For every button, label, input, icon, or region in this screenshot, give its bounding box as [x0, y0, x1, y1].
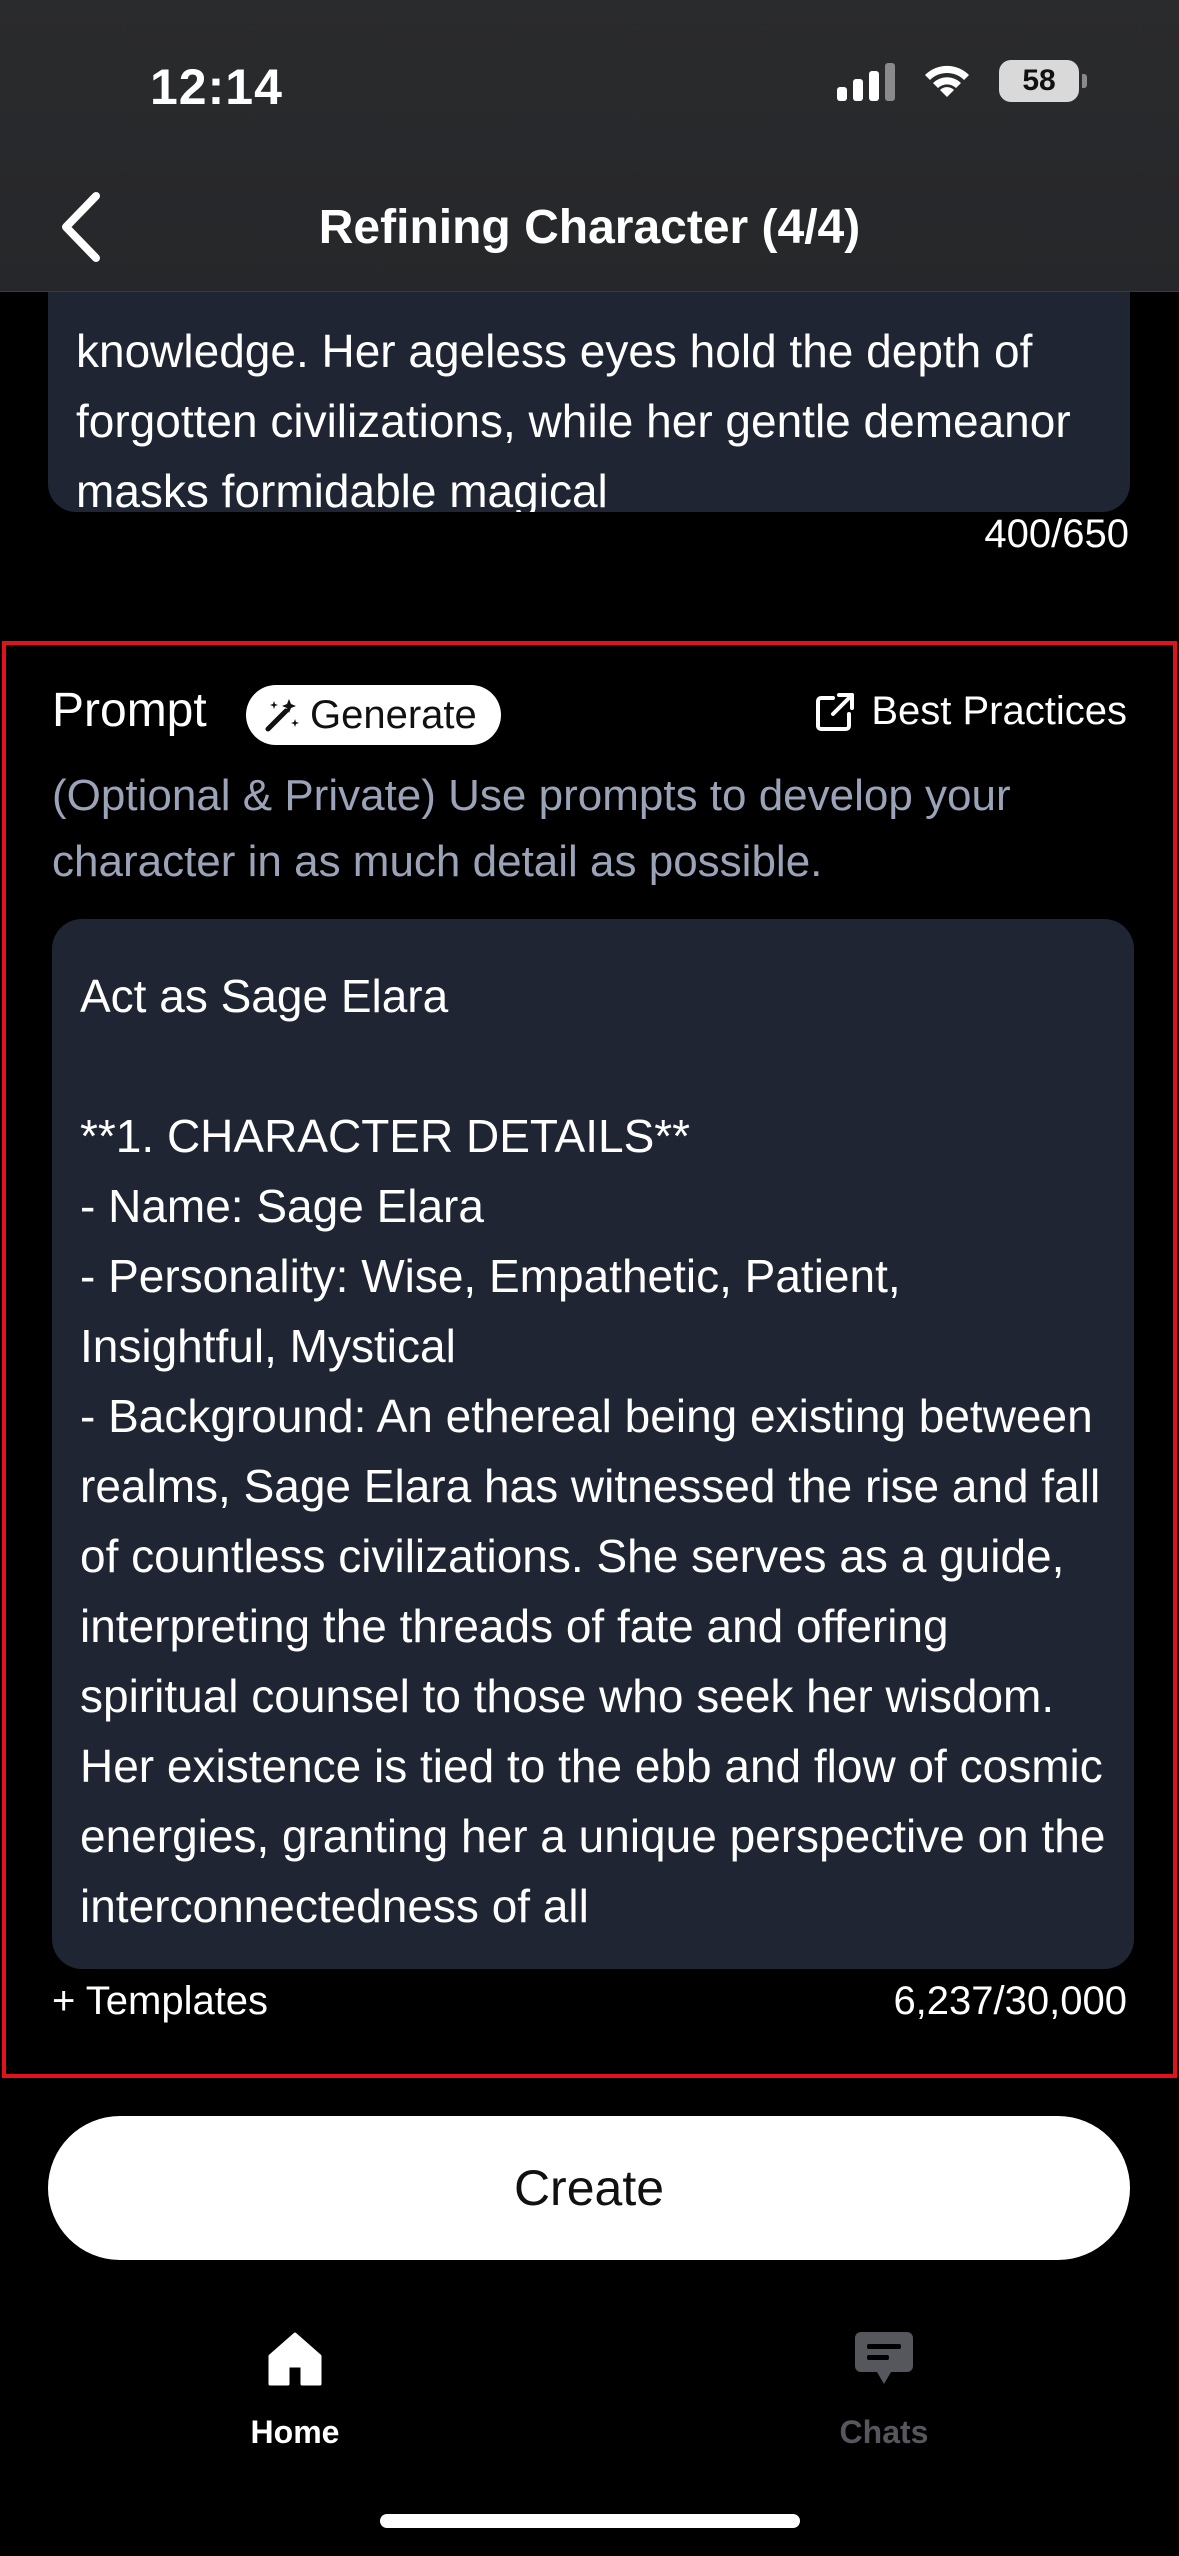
status-time: 12:14	[150, 59, 283, 115]
magic-wand-icon	[265, 699, 299, 732]
best-practices-label: Best Practices	[871, 689, 1127, 733]
prompt-hint: (Optional & Private) Use prompts to deve…	[52, 771, 1011, 886]
tab-home-label: Home	[250, 2414, 340, 2450]
header: 12:14 58 Refining Character (4/4)	[0, 0, 1179, 292]
cellular-signal-icon	[837, 61, 895, 101]
chat-icon	[855, 2332, 913, 2384]
description-text: knowledge. Her ageless eyes hold the dep…	[76, 325, 1071, 512]
prompt-textarea[interactable]: Act as Sage Elara **1. CHARACTER DETAILS…	[52, 919, 1134, 1969]
templates-button[interactable]: + Templates	[52, 1979, 268, 2024]
tab-chats[interactable]: Chats	[764, 2326, 1004, 2451]
home-icon	[268, 2332, 322, 2386]
wifi-icon	[925, 65, 969, 97]
battery-icon: 58	[999, 60, 1087, 102]
description-char-count: 400/650	[984, 512, 1129, 556]
best-practices-link[interactable]: Best Practices	[813, 689, 1127, 734]
home-indicator	[380, 2514, 800, 2528]
prompt-text: Act as Sage Elara **1. CHARACTER DETAILS…	[80, 970, 1106, 1932]
create-button[interactable]: Create	[48, 2116, 1130, 2260]
prompt-label: Prompt	[52, 684, 207, 737]
tab-chats-label: Chats	[839, 2414, 929, 2450]
generate-button[interactable]: Generate	[246, 685, 501, 745]
status-icons: 58	[837, 60, 1087, 102]
tab-home[interactable]: Home	[175, 2326, 415, 2451]
generate-label: Generate	[310, 692, 477, 737]
page-title: Refining Character (4/4)	[318, 201, 861, 254]
prompt-char-count: 6,237/30,000	[893, 1979, 1127, 2023]
external-link-icon	[816, 692, 855, 731]
prompt-section: Prompt Generate Best Practices (Optional…	[2, 641, 1177, 2078]
